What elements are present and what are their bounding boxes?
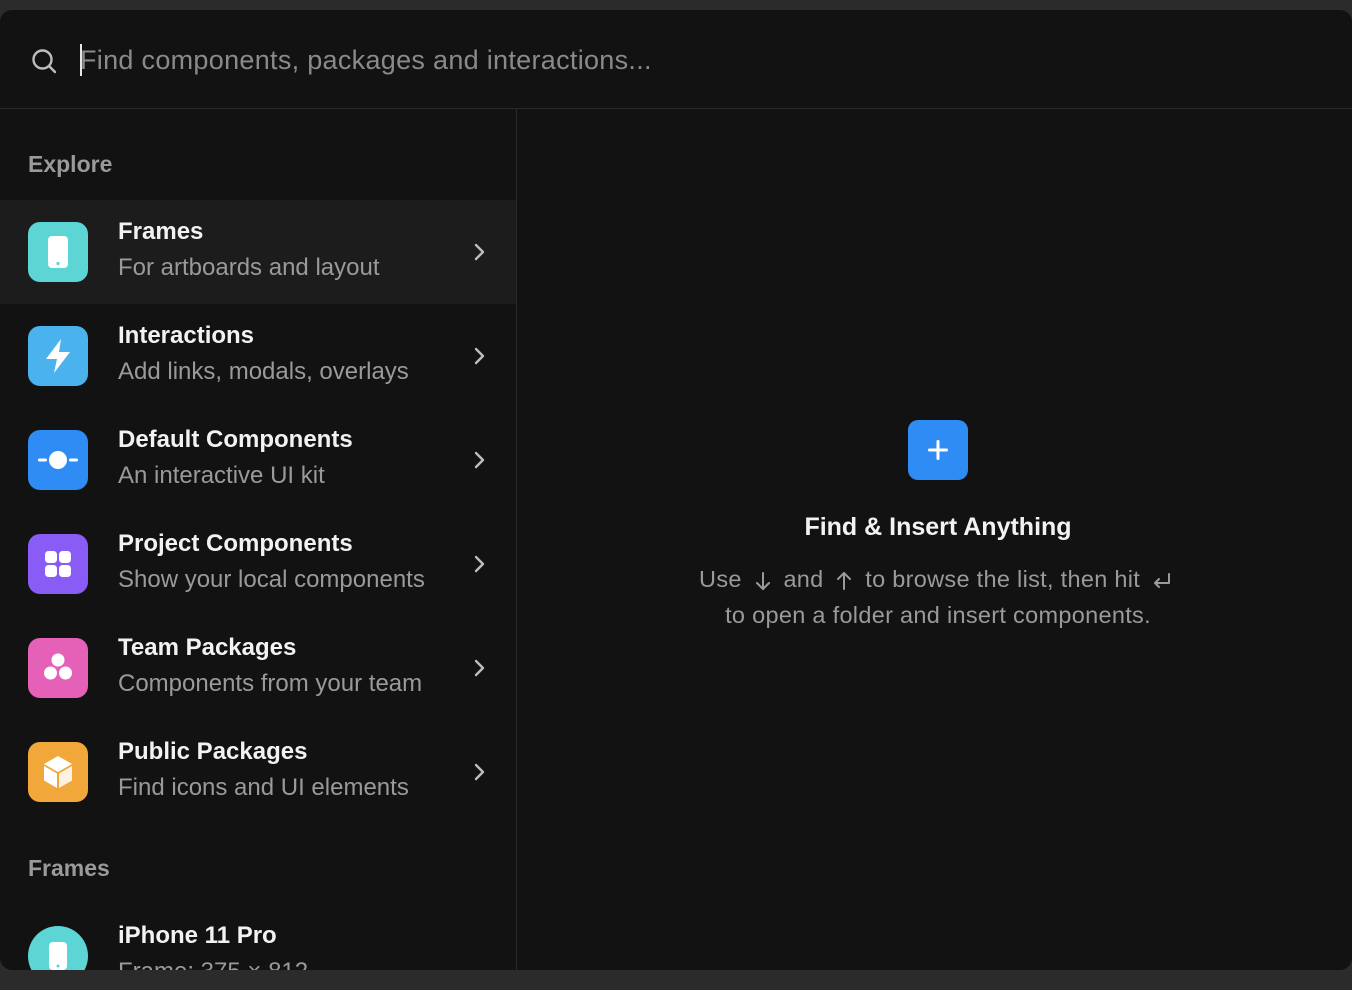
section-title-explore: Explore xyxy=(28,151,113,177)
item-subtitle: For artboards and layout xyxy=(118,254,380,281)
slider-icon xyxy=(28,430,88,490)
item-subtitle: An interactive UI kit xyxy=(118,462,325,489)
item-subtitle: Show your local components xyxy=(118,566,425,593)
empty-state-title: Find & Insert Anything xyxy=(804,513,1072,541)
text-fragment: and xyxy=(783,566,824,592)
frame-item-iphone-11-pro[interactable]: iPhone 11 Pro Frame: 375 × 812 xyxy=(0,904,516,970)
search-icon xyxy=(32,49,57,74)
text-caret xyxy=(80,44,82,76)
chevron-right-icon xyxy=(474,659,485,677)
item-title: Default Components xyxy=(118,426,353,453)
text-fragment: to browse the list, then hit xyxy=(865,566,1141,592)
return-key-icon xyxy=(1153,572,1170,588)
empty-state-description: Use and to browse the list, then hit to … xyxy=(517,561,1352,633)
item-subtitle: Frame: 375 × 812 xyxy=(118,958,308,970)
arrow-down-icon xyxy=(755,571,770,590)
explore-item-project-components[interactable]: Project Components Show your local compo… xyxy=(0,512,516,616)
item-title: Public Packages xyxy=(118,738,308,765)
item-subtitle: Find icons and UI elements xyxy=(118,774,409,801)
empty-state-line-1: Use and to browse the list, then hit xyxy=(517,561,1352,597)
item-title: Team Packages xyxy=(118,634,297,661)
chevron-right-icon xyxy=(474,243,485,261)
empty-state-line-2: to open a folder and insert components. xyxy=(725,602,1151,628)
explore-item-team-packages[interactable]: Team Packages Components from your team xyxy=(0,616,516,720)
phone-icon xyxy=(28,926,88,970)
search-bar xyxy=(0,10,1352,109)
grid-icon xyxy=(28,534,88,594)
lightning-icon xyxy=(28,326,88,386)
chevron-right-icon xyxy=(474,451,485,469)
arrow-up-icon xyxy=(837,571,852,590)
item-title: Frames xyxy=(118,218,204,245)
chevron-right-icon xyxy=(474,763,485,781)
chevron-right-icon xyxy=(474,347,485,365)
item-title: iPhone 11 Pro xyxy=(118,922,277,949)
section-title-frames: Frames xyxy=(28,855,110,881)
item-subtitle: Components from your team xyxy=(118,670,423,697)
plus-icon xyxy=(908,420,968,480)
search-input[interactable] xyxy=(80,38,1280,82)
circles-icon xyxy=(28,638,88,698)
insert-panel: Explore Frames For artboards and layout xyxy=(0,10,1352,970)
explore-item-interactions[interactable]: Interactions Add links, modals, overlays xyxy=(0,304,516,408)
item-subtitle: Add links, modals, overlays xyxy=(118,358,409,385)
text-fragment: Use xyxy=(699,566,742,592)
explore-item-frames[interactable]: Frames For artboards and layout xyxy=(0,200,516,304)
explore-item-default-components[interactable]: Default Components An interactive UI kit xyxy=(0,408,516,512)
item-title: Interactions xyxy=(118,322,255,349)
main-panel: Find & Insert Anything Use and to browse… xyxy=(517,109,1352,970)
box-icon xyxy=(28,742,88,802)
chevron-right-icon xyxy=(474,555,485,573)
explore-item-public-packages[interactable]: Public Packages Find icons and UI elemen… xyxy=(0,720,516,824)
phone-icon xyxy=(28,222,88,282)
sidebar[interactable]: Explore Frames For artboards and layout xyxy=(0,109,517,970)
item-title: Project Components xyxy=(118,530,353,557)
